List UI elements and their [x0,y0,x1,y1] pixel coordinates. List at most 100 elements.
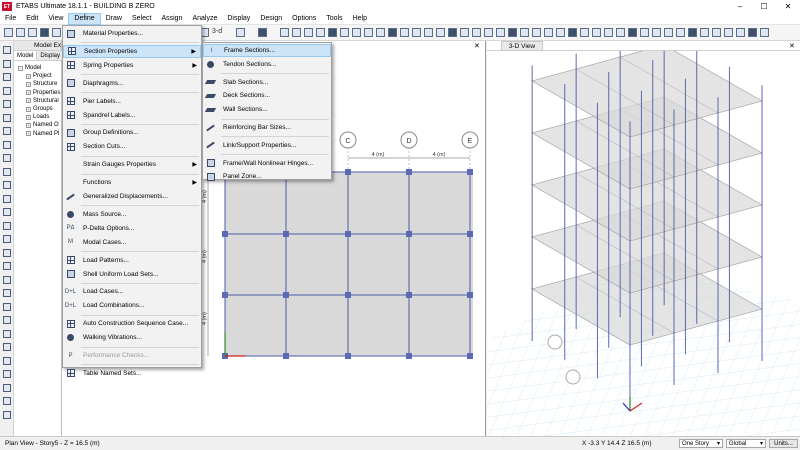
joint[interactable] [283,353,289,359]
menu-item-construction-sequence[interactable]: Auto Construction Sequence Case... [63,317,201,330]
joint[interactable] [283,231,289,237]
joint[interactable] [345,169,351,175]
left-tool-8-icon[interactable] [3,140,11,149]
tree-item[interactable]: + Project [14,72,61,80]
toolbar-tool-43-icon[interactable] [556,28,565,37]
toolbar-tool-23-icon[interactable] [316,28,325,37]
toolbar-tool-51-icon[interactable] [652,28,661,37]
left-tool-19-icon[interactable] [3,289,11,297]
menu-edit[interactable]: Edit [21,13,43,25]
toolbar-tool-44-icon[interactable] [568,28,577,37]
menu-draw[interactable]: Draw [101,13,127,25]
toolbar-tool-27-icon[interactable] [364,28,373,37]
left-tool-26-icon[interactable] [3,383,11,392]
menu-item-pier[interactable]: Pier Labels... [63,95,201,108]
units-button[interactable]: Units... [769,439,798,448]
toolbar-tool-53-icon[interactable] [676,28,685,37]
toolbar-tool-49-icon[interactable] [628,28,637,37]
left-tool-3-icon[interactable] [3,73,11,81]
left-tool-22-icon[interactable] [3,329,11,338]
close-button[interactable]: ✕ [776,0,800,13]
menu-file[interactable]: File [0,13,21,25]
tree-expand-icon[interactable]: + [26,114,31,120]
left-tool-4-icon[interactable] [3,86,11,95]
menu-item-walking[interactable]: Walking Vibrations... [63,331,201,344]
tree-expand-icon[interactable]: + [26,90,31,96]
tree-item[interactable]: + Loads [14,113,61,121]
toolbar-tool-58-icon[interactable] [736,28,745,37]
menu-item-spandrel[interactable]: Spandrel Labels... [63,109,201,122]
menu-item-section-cut[interactable]: Section Cuts... [63,140,201,153]
joint[interactable] [406,169,412,175]
toolbar-tool-22-icon[interactable] [304,28,313,37]
menu-design[interactable]: Design [255,13,287,25]
toolbar-tool-34-icon[interactable] [448,28,457,37]
left-tool-14-icon[interactable] [3,221,11,230]
joint[interactable] [467,292,473,298]
toolbar-tool-46-icon[interactable] [592,28,601,37]
toolbar-tool-57-icon[interactable] [724,28,733,37]
left-tool-9-icon[interactable] [3,154,11,162]
menu-item-material[interactable]: Material Properties... [63,27,201,40]
toolbar-tool-50-icon[interactable] [640,28,649,37]
toolbar-tool-37-icon[interactable] [484,28,493,37]
menu-item-p-delta[interactable]: PΔ P-Delta Options... [63,222,201,235]
left-tool-5-icon[interactable] [3,100,11,108]
tree-expand-icon[interactable]: + [26,73,31,79]
toolbar-tool-30-icon[interactable] [400,28,409,37]
left-tool-2-icon[interactable] [3,59,11,68]
left-tool-20-icon[interactable] [3,302,11,311]
left-tool-25-icon[interactable] [3,370,11,378]
menu-item-load-combination[interactable]: D+L Load Combinations... [63,299,201,312]
menu-item-hinge[interactable]: Frame/Wall Nonlinear Hinges... [203,157,331,170]
tree-item[interactable]: + Structure [14,80,61,88]
tree-expand-icon[interactable]: + [26,106,31,112]
toolbar-tool-40-icon[interactable] [520,28,529,37]
tree-expand-icon[interactable]: + [26,98,31,104]
left-tool-13-icon[interactable] [3,208,11,216]
tree-expand-icon[interactable]: − [18,65,23,71]
left-tool-7-icon[interactable] [3,127,11,135]
tab-3d-view[interactable]: 3-D View [501,41,543,51]
left-tool-1-icon[interactable] [3,46,11,54]
tree-expand-icon[interactable]: + [26,131,31,137]
toolbar-tool-21-icon[interactable] [292,28,301,37]
toolbar-tool-42-icon[interactable] [544,28,553,37]
joint[interactable] [283,292,289,298]
left-tool-27-icon[interactable] [3,397,11,405]
menu-item-deck[interactable]: Deck Sections... [203,89,331,102]
toolbar-tool-19-icon[interactable] [258,28,267,37]
3d-view[interactable]: 3-D View ✕ [487,41,800,436]
menu-display[interactable]: Display [222,13,255,25]
menu-item-section-properties[interactable]: Section Properties ▶ [63,44,201,58]
left-tool-18-icon[interactable] [3,275,11,284]
tree-item[interactable]: − Model [14,64,61,72]
menu-item-mass-source[interactable]: Mass Source... [63,208,201,221]
tree-item[interactable]: + Structural [14,97,61,105]
menu-tools[interactable]: Tools [321,13,347,25]
toolbar-tool-35-icon[interactable] [460,28,469,37]
joint[interactable] [345,231,351,237]
toolbar-tool-3-icon[interactable] [28,28,37,37]
left-tool-24-icon[interactable] [3,356,11,365]
joint[interactable] [345,292,351,298]
menu-item-load-case[interactable]: D+L Load Cases... [63,285,201,298]
left-tool-28-icon[interactable] [3,410,11,419]
toolbar-tool-20-icon[interactable] [280,28,289,37]
menu-select[interactable]: Select [127,13,156,25]
menu-item-frame-section[interactable]: I Frame Sections... [203,44,331,57]
menu-item-diaphragm[interactable]: Diaphragms... [63,77,201,90]
menu-item-displacement[interactable]: Generalized Displacements... [63,190,201,203]
toolbar-tool-24-icon[interactable] [328,28,337,37]
menu-item-functions[interactable]: Functions ▶ [63,176,201,189]
tree-expand-icon[interactable]: + [26,122,31,128]
toolbar-tool-32-icon[interactable] [424,28,433,37]
left-tool-17-icon[interactable] [3,262,11,270]
coordinate-system-select[interactable]: Global [726,439,766,448]
joint[interactable] [406,292,412,298]
toolbar-tool-39-icon[interactable] [508,28,517,37]
left-tool-10-icon[interactable] [3,167,11,176]
toolbar-tool-47-icon[interactable] [604,28,613,37]
toolbar-3d-view-label[interactable]: 3-d [212,28,222,35]
toolbar-tool-4-icon[interactable] [40,28,49,37]
